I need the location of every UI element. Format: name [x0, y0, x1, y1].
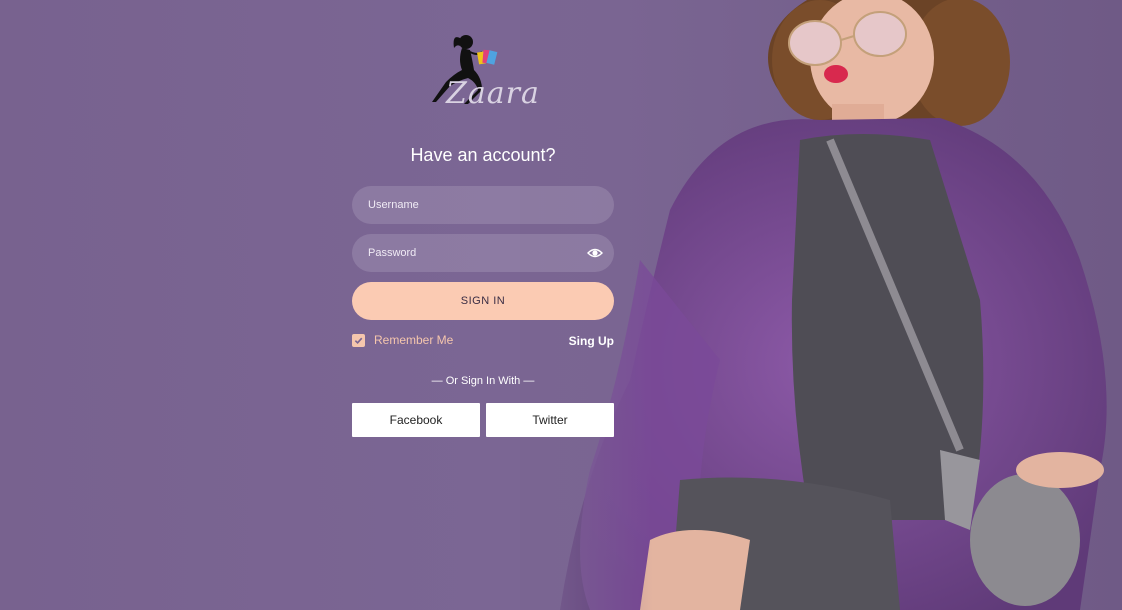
- checkbox-checked-icon[interactable]: [352, 333, 365, 347]
- facebook-button[interactable]: Facebook: [352, 403, 480, 437]
- eye-icon[interactable]: [587, 246, 603, 260]
- username-input[interactable]: [352, 186, 614, 224]
- login-page: Zaara Have an account? SIGN IN Remember …: [0, 0, 1122, 610]
- sign-up-link[interactable]: Sing Up: [560, 334, 614, 348]
- sign-in-button[interactable]: SIGN IN: [352, 282, 614, 320]
- brand-logo-text: Zaara: [446, 76, 540, 111]
- login-heading: Have an account?: [410, 145, 556, 165]
- password-input[interactable]: [352, 234, 614, 272]
- remember-me-label: Remember Me: [374, 333, 454, 347]
- social-divider: — Or Sign In With —: [431, 375, 535, 387]
- remember-me-checkbox[interactable]: Remember Me: [352, 333, 453, 347]
- twitter-button[interactable]: Twitter: [486, 403, 614, 437]
